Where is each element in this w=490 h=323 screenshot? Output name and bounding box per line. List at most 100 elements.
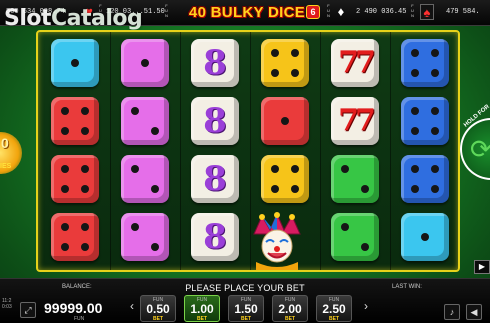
die-pip (291, 49, 299, 57)
spade-suit-icon: ♠ (420, 4, 434, 20)
die-pip (431, 49, 439, 57)
symbol-label: 8 (203, 217, 227, 257)
die-pip (61, 185, 69, 193)
die-pip (141, 59, 149, 67)
die-pip (81, 165, 89, 173)
fun-label: FUN (327, 3, 330, 18)
reel-cell (44, 94, 106, 148)
reel-cell: 77 (324, 94, 386, 148)
eight-symbol: 8 (191, 155, 239, 203)
purple-die-symbol (121, 97, 169, 145)
sound-icon[interactable]: ◀ (466, 304, 482, 320)
die-pip (281, 117, 289, 125)
yellow-die-symbol (261, 155, 309, 203)
die-pip (131, 107, 139, 115)
die-pip (271, 69, 279, 77)
bet-option-button[interactable]: FUN 2.00 BET (272, 295, 308, 322)
reel-separator (320, 32, 321, 270)
die-pip (431, 107, 439, 115)
yellow-die-symbol (261, 39, 309, 87)
die-pip (411, 69, 419, 77)
balance-value: 99999.00 (44, 300, 103, 316)
die-pip (291, 165, 299, 173)
die-pip (71, 59, 79, 67)
reel-cell (254, 94, 316, 148)
die-pip (81, 185, 89, 193)
die-pip (61, 107, 69, 115)
bet-amount-label: 2.00 (278, 302, 302, 316)
symbol-label: 8 (203, 101, 227, 141)
reel-cell (394, 36, 456, 90)
red-die-symbol (261, 97, 309, 145)
die-pip (431, 185, 439, 193)
die-pip (61, 127, 69, 135)
reel-cell (114, 36, 176, 90)
die-pip (341, 165, 349, 173)
autoplay-button[interactable]: ▶ (474, 260, 490, 274)
blue-die-symbol (401, 97, 449, 145)
reel-cell (324, 210, 386, 264)
bet-option-button[interactable]: FUN 1.00 BET (184, 295, 220, 322)
bet-scroll-right-button[interactable]: › (364, 299, 368, 313)
diamond-suit-icon: ♦ (337, 4, 345, 19)
green-die-symbol (331, 213, 379, 261)
blue-die-symbol (401, 155, 449, 203)
music-icon[interactable]: ♪ (444, 304, 460, 320)
die-pip (431, 165, 439, 173)
red-die-symbol (51, 97, 99, 145)
reel-cell (394, 210, 456, 264)
bet-bet-label: BET (285, 316, 295, 322)
green-die-symbol (331, 155, 379, 203)
die-pip (431, 127, 439, 135)
reel-separator (110, 32, 111, 270)
die-pip (431, 69, 439, 77)
die-pip (411, 127, 419, 135)
bet-amount-label: 2.50 (322, 302, 346, 316)
purple-die-symbol (121, 213, 169, 261)
die-pip (151, 243, 159, 251)
die-pip (151, 127, 159, 135)
die-pip (61, 243, 69, 251)
status-message: PLEASE PLACE YOUR BET (185, 283, 305, 293)
watermark-logo: SlotCatalog (4, 6, 143, 31)
die-pip (361, 185, 369, 193)
fullscreen-icon[interactable]: ⤢ (20, 302, 36, 318)
reel-cell: 8 (184, 94, 246, 148)
eight-symbol: 8 (191, 97, 239, 145)
bet-bet-label: BET (329, 316, 339, 322)
bet-scroll-left-button[interactable]: ‹ (130, 299, 134, 313)
reel-cell (114, 210, 176, 264)
die-pip (341, 223, 349, 231)
reel-cell (394, 152, 456, 206)
reel-cell (254, 36, 316, 90)
bet-option-button[interactable]: FUN 2.50 BET (316, 295, 352, 322)
fun-label: FUN (165, 3, 168, 18)
symbol-label: 8 (203, 159, 227, 199)
die-pip (81, 243, 89, 251)
die-pip (81, 223, 89, 231)
side-feature-text: IES (0, 163, 12, 170)
bet-option-button[interactable]: FUN 1.50 BET (228, 295, 264, 322)
die-pip (421, 233, 429, 241)
symbol-label: 77 (338, 45, 376, 80)
clock-text: 11:2 0:03 (2, 298, 12, 310)
die-pip (151, 185, 159, 193)
red-die-symbol (51, 155, 99, 203)
die-pip (411, 185, 419, 193)
blue-die-symbol (401, 39, 449, 87)
reel-cell (44, 36, 106, 90)
symbol-label: 8 (203, 43, 227, 83)
bet-option-button[interactable]: FUN 0.50 BET (140, 295, 176, 322)
die-pip (361, 243, 369, 251)
bet-amount-label: 1.50 (234, 302, 258, 316)
game-title-badge: 6 (306, 5, 320, 19)
reel-cell: 8 (184, 36, 246, 90)
cyan-die-symbol (51, 39, 99, 87)
die-pip (271, 49, 279, 57)
double-seven-symbol: 77 (331, 97, 379, 145)
reel-cell (114, 94, 176, 148)
reel-cell (394, 94, 456, 148)
balance-currency: FUN (74, 316, 85, 322)
die-pip (291, 69, 299, 77)
joker-wild-symbol (248, 212, 306, 270)
